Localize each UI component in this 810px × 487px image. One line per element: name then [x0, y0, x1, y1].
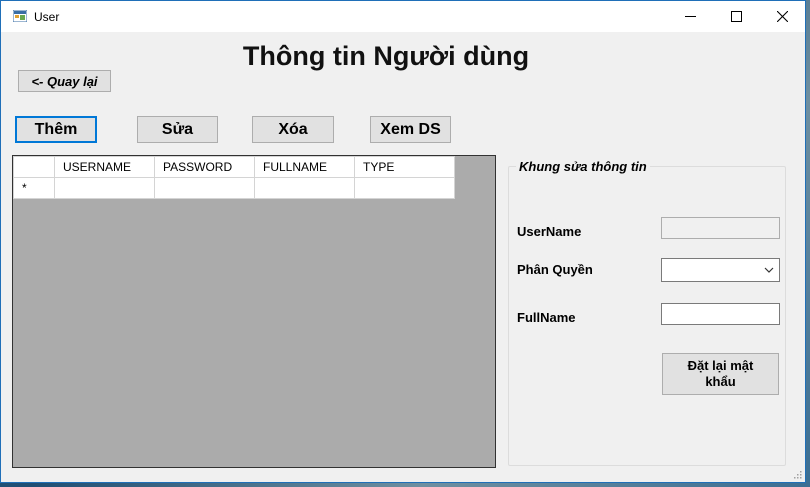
minimize-button[interactable]: [667, 1, 713, 32]
back-button[interactable]: <- Quay lại: [18, 70, 111, 92]
cell-type[interactable]: [354, 177, 455, 199]
window-title: User: [34, 10, 60, 24]
delete-button[interactable]: Xóa: [252, 116, 334, 143]
column-header-username[interactable]: USERNAME: [54, 156, 155, 178]
edit-button[interactable]: Sửa: [137, 116, 218, 143]
username-field[interactable]: [661, 217, 780, 239]
grid-header-row: USERNAME PASSWORD FULLNAME TYPE: [13, 156, 455, 178]
maximize-button[interactable]: [713, 1, 759, 32]
minimize-icon: [684, 16, 696, 17]
app-icon: [13, 10, 27, 22]
close-icon: [776, 11, 788, 22]
view-list-button[interactable]: Xem DS: [370, 116, 451, 143]
row-header-corner[interactable]: [13, 156, 55, 178]
role-label: Phân Quyền: [517, 262, 593, 277]
role-select[interactable]: [661, 258, 780, 282]
new-row-marker: *: [22, 181, 27, 195]
grid-table: USERNAME PASSWORD FULLNAME TYPE *: [13, 156, 455, 199]
reset-password-button[interactable]: Đặt lại mật khẩu: [662, 353, 779, 395]
chevron-down-icon: [764, 267, 774, 273]
column-header-type[interactable]: TYPE: [354, 156, 455, 178]
close-button[interactable]: [759, 1, 805, 32]
add-button[interactable]: Thêm: [15, 116, 97, 143]
maximize-icon: [730, 11, 742, 22]
cell-password[interactable]: [154, 177, 255, 199]
column-header-password[interactable]: PASSWORD: [154, 156, 255, 178]
table-row[interactable]: *: [13, 177, 455, 199]
edit-panel-title: Khung sửa thông tin: [516, 159, 650, 174]
column-header-fullname[interactable]: FULLNAME: [254, 156, 355, 178]
new-row-header[interactable]: *: [13, 177, 55, 199]
page-title: Thông tin Người dùng: [242, 41, 530, 71]
cell-username[interactable]: [54, 177, 155, 199]
fullname-label: FullName: [517, 310, 576, 325]
username-label: UserName: [517, 224, 582, 239]
reset-password-label-line2: khẩu: [705, 374, 736, 389]
title-bar[interactable]: User: [1, 1, 805, 32]
resize-grip-icon[interactable]: [792, 469, 802, 479]
user-data-grid[interactable]: USERNAME PASSWORD FULLNAME TYPE *: [12, 155, 496, 468]
user-window: User Thông tin Người dùng <- Quay lại Th…: [0, 0, 806, 483]
fullname-field[interactable]: [661, 303, 780, 325]
cell-fullname[interactable]: [254, 177, 355, 199]
reset-password-label-line1: Đặt lại mật: [687, 358, 754, 373]
